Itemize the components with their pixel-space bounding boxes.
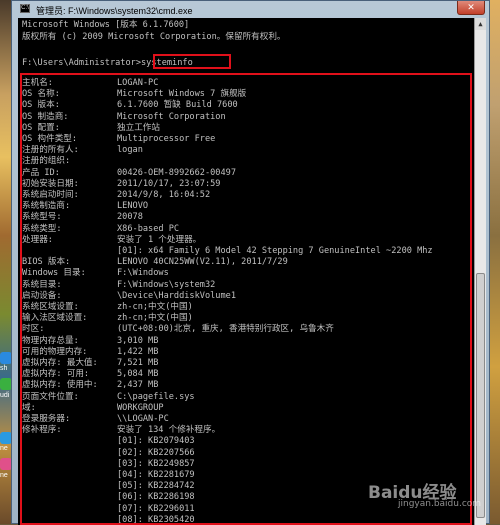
close-button[interactable]: ✕ [457, 1, 485, 15]
console-output[interactable]: Microsoft Windows [版本 6.1.7600] 版权所有 (c)… [18, 18, 474, 525]
desktop-icon-label: udi [0, 392, 10, 399]
scroll-up-arrow-icon[interactable]: ▲ [475, 18, 486, 30]
prompt-path: F:\Users\Administrator> [22, 58, 141, 68]
version-line: Microsoft Windows [版本 6.1.7600] [22, 20, 190, 30]
command-highlight-box [153, 54, 231, 69]
window-title: 管理员: F:\Windows\system32\cmd.exe [36, 6, 193, 16]
desktop-icon-label: ne [0, 472, 8, 479]
cmd-icon: C:\ [20, 4, 30, 13]
output-highlight-box [20, 73, 472, 525]
desktop-icon-label: ne [0, 445, 8, 452]
desktop-icon-label: sh [0, 365, 8, 372]
copyright-line: 版权所有 (c) 2009 Microsoft Corporation。保留所有… [22, 32, 286, 42]
watermark-url: jingyan.baidu.com [398, 499, 482, 509]
scroll-thumb[interactable] [476, 273, 485, 518]
cmd-window: C:\ 管理员: F:\Windows\system32\cmd.exe ✕ M… [11, 0, 490, 525]
vertical-scrollbar[interactable]: ▲ [474, 18, 486, 525]
title-bar[interactable]: C:\ 管理员: F:\Windows\system32\cmd.exe ✕ [12, 1, 489, 17]
